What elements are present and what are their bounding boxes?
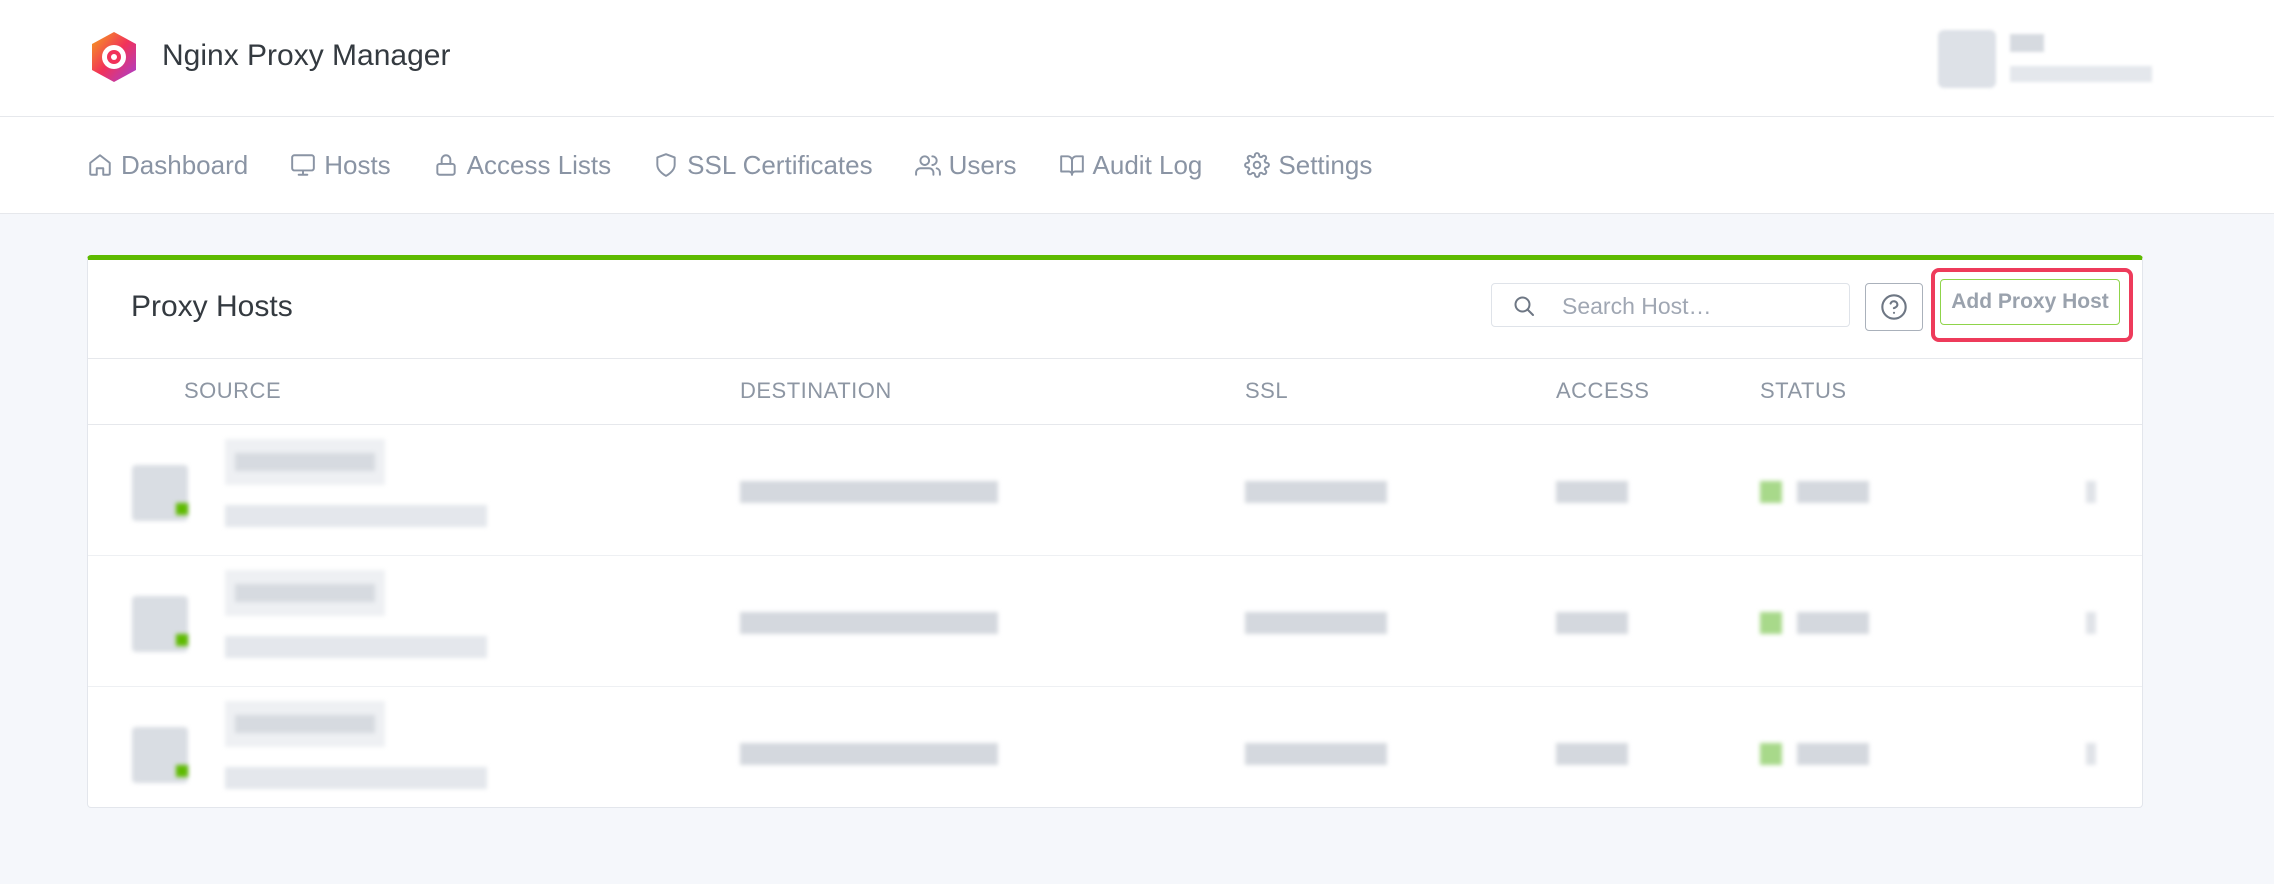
table-header: SOURCE DESTINATION SSL ACCESS STATUS (88, 358, 2142, 425)
nav-settings-label: Settings (1278, 149, 1373, 180)
access-redacted (1556, 743, 1628, 765)
add-proxy-host-button[interactable]: Add Proxy Host (1940, 279, 2120, 325)
status-redacted (1797, 481, 1869, 503)
status-indicator (1760, 743, 1782, 765)
card-title: Proxy Hosts (131, 290, 293, 323)
help-icon (1881, 294, 1907, 320)
nav-audit-log[interactable]: Audit Log (1059, 149, 1203, 181)
nav-hosts[interactable]: Hosts (290, 149, 391, 181)
source-domain-text-redacted (235, 715, 375, 733)
row-menu-button[interactable] (2086, 612, 2096, 634)
source-created-redacted (225, 767, 487, 789)
online-indicator (176, 634, 188, 646)
proxy-hosts-card: Proxy Hosts Add Proxy Host SOURCE DESTIN… (87, 255, 2143, 808)
table-row[interactable] (88, 687, 2142, 817)
nav-ssl-certificates-label: SSL Certificates (687, 149, 873, 180)
search-box[interactable] (1491, 283, 1850, 327)
access-redacted (1556, 612, 1628, 634)
status-redacted (1797, 612, 1869, 634)
table-row[interactable] (88, 556, 2142, 687)
search-input[interactable] (1560, 290, 1834, 322)
status-indicator (1760, 481, 1782, 503)
status-redacted (1797, 743, 1869, 765)
online-indicator (176, 765, 188, 777)
source-domain-text-redacted (235, 453, 375, 471)
nginx-proxy-manager-logo[interactable] (87, 30, 141, 84)
destination-redacted (740, 481, 998, 503)
nav-dashboard-label: Dashboard (121, 149, 249, 180)
app-title: Nginx Proxy Manager (162, 39, 451, 72)
card-header: Proxy Hosts Add Proxy Host (88, 260, 2142, 359)
nav-settings[interactable]: Settings (1244, 150, 1372, 181)
nav-dashboard[interactable]: Dashboard (87, 150, 248, 181)
monitor-icon (291, 154, 316, 176)
nav-access-lists-label: Access Lists (466, 149, 612, 180)
source-created-redacted (225, 505, 487, 527)
destination-redacted (740, 612, 998, 634)
home-icon (89, 154, 111, 176)
gear-icon (1244, 152, 1271, 178)
user-avatar[interactable] (1938, 30, 1996, 88)
destination-redacted (740, 743, 998, 765)
nav-access-lists[interactable]: Access Lists (433, 149, 612, 181)
search-icon (1514, 296, 1534, 316)
ssl-redacted (1245, 481, 1387, 503)
column-destination[interactable]: DESTINATION (740, 378, 892, 404)
column-ssl[interactable]: SSL (1245, 378, 1288, 404)
column-status[interactable]: STATUS (1760, 378, 1847, 404)
access-redacted (1556, 481, 1628, 503)
column-access[interactable]: ACCESS (1556, 378, 1649, 404)
book-icon (1059, 155, 1084, 176)
ssl-redacted (1245, 743, 1387, 765)
nav-users-label: Users (948, 149, 1017, 180)
status-indicator (1760, 612, 1782, 634)
source-created-redacted (225, 636, 487, 658)
online-indicator (176, 503, 188, 515)
help-button[interactable] (1865, 283, 1923, 331)
user-role-redacted (2010, 66, 2152, 82)
table-row[interactable] (88, 425, 2142, 556)
users-icon (914, 155, 941, 176)
nav-hosts-label: Hosts (324, 149, 391, 180)
nav-audit-log-label: Audit Log (1092, 149, 1203, 180)
user-name-redacted (2010, 34, 2044, 52)
lock-icon (436, 154, 456, 176)
top-header: Nginx Proxy Manager (0, 0, 2274, 117)
nav-ssl-certificates[interactable]: SSL Certificates (653, 149, 873, 181)
shield-icon (656, 153, 676, 177)
nav-users[interactable]: Users (914, 149, 1017, 181)
main-nav: Dashboard Hosts Access Lists SSL Certifi… (0, 117, 2274, 214)
ssl-redacted (1245, 612, 1387, 634)
row-menu-button[interactable] (2086, 743, 2096, 765)
source-domain-text-redacted (235, 584, 375, 602)
column-source[interactable]: SOURCE (184, 378, 281, 404)
row-menu-button[interactable] (2086, 481, 2096, 503)
